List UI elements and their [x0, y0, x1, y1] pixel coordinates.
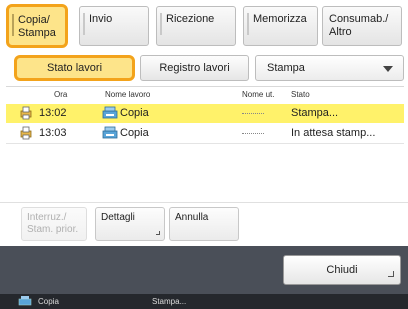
row-status: In attesa stamp...	[291, 127, 376, 139]
tab-label: Ricezione	[166, 13, 215, 25]
job-status-button[interactable]: Stato lavori	[14, 55, 135, 81]
job-type-select[interactable]: Stampa	[255, 55, 404, 81]
tab-store[interactable]: Memorizza	[243, 6, 318, 46]
tab-label: Memorizza	[253, 13, 307, 25]
table-row[interactable]: 13:03 Copia In attesa stamp...	[6, 124, 404, 143]
col-job-name: Nome lavoro	[105, 90, 151, 99]
copier-icon	[102, 106, 118, 119]
print-job-icon	[20, 106, 32, 120]
details-label: Dettagli	[101, 212, 135, 223]
row-time: 13:02	[39, 107, 67, 119]
col-time: Ora	[54, 90, 68, 99]
tab-receive[interactable]: Ricezione	[156, 6, 236, 46]
job-list: Ora Nome lavoro Nome ut. Stato 13:02 Cop…	[6, 86, 404, 202]
job-log-button[interactable]: Registro lavori	[140, 55, 249, 81]
copier-icon	[18, 296, 32, 306]
tab-copy-print[interactable]: Copia/ Stampa	[6, 4, 68, 48]
job-list-header: Ora Nome lavoro Nome ut. Stato	[6, 87, 404, 101]
row-divider	[6, 143, 404, 144]
cancel-button[interactable]: Annulla	[169, 207, 239, 241]
tab-send[interactable]: Invio	[79, 6, 149, 46]
row-time: 13:03	[39, 127, 67, 139]
tab-consumables-other[interactable]: Consumab./ Altro	[322, 6, 402, 46]
copier-icon	[102, 126, 118, 139]
status-function-label: Copia	[38, 297, 59, 306]
status-message: Stampa...	[152, 297, 187, 306]
details-button[interactable]: Dettagli	[95, 207, 165, 241]
job-actions: Interruz./ Stam. prior. Dettagli Annulla	[0, 202, 408, 246]
tab-label: Invio	[89, 13, 113, 25]
tab-marker-icon	[12, 14, 14, 36]
tab-label: Copia/ Stampa	[18, 14, 56, 39]
tab-marker-icon	[160, 13, 162, 35]
corner-indicator-icon	[156, 231, 160, 235]
close-button[interactable]: Chiudi	[283, 255, 401, 285]
corner-indicator-icon	[388, 271, 394, 277]
job-subnav: Stato lavori Registro lavori Stampa	[6, 52, 404, 84]
row-job-name: Copia	[120, 127, 149, 139]
tab-marker-icon	[247, 13, 249, 35]
bottom-bar: Chiudi	[0, 246, 408, 294]
row-status: Stampa...	[291, 107, 339, 119]
col-user: Nome ut.	[242, 90, 275, 99]
tab-marker-icon	[83, 13, 85, 35]
row-user-empty	[242, 133, 264, 134]
interrupt-priority-print-button[interactable]: Interruz./ Stam. prior.	[21, 207, 87, 241]
job-type-select-value: Stampa	[267, 62, 305, 74]
close-label: Chiudi	[326, 264, 358, 276]
row-job-name: Copia	[120, 107, 149, 119]
tab-label: Consumab./ Altro	[329, 13, 389, 38]
status-bar: Copia Stampa...	[0, 294, 408, 309]
function-tabbar: Copia/ Stampa Invio Ricezione Memorizza …	[0, 0, 408, 52]
chevron-down-icon	[383, 66, 393, 72]
print-job-icon	[20, 126, 32, 140]
table-row[interactable]: 13:02 Copia Stampa...	[6, 104, 404, 123]
col-status: Stato	[291, 90, 310, 99]
row-user-empty	[242, 113, 264, 114]
